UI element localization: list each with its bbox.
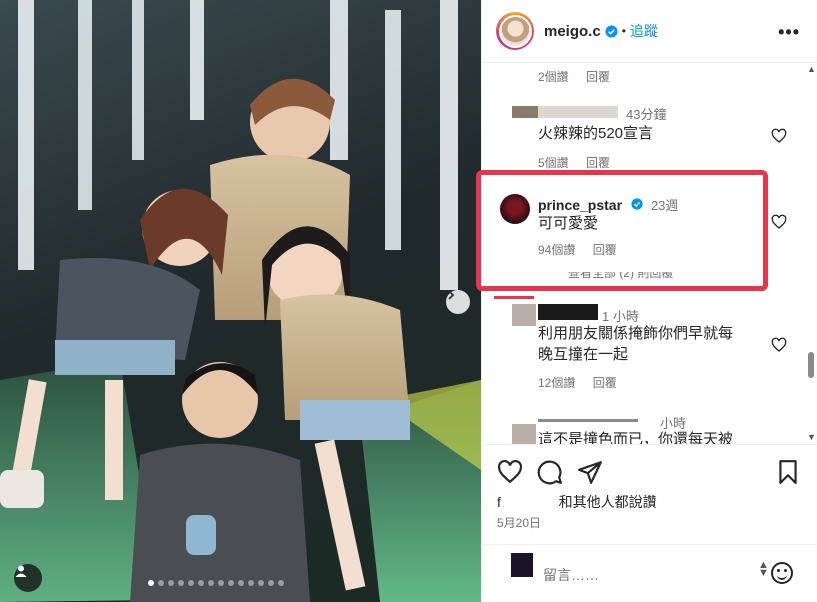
comment-likes[interactable]: 12個讚 — [538, 376, 575, 390]
carousel-dot — [148, 580, 154, 586]
comment-likes[interactable]: 5個讚 — [538, 156, 569, 170]
header-separator: • — [621, 24, 626, 38]
carousel-dot — [218, 580, 224, 586]
carousel-dot — [178, 580, 184, 586]
comment-scrollbar[interactable]: ▲ ▼ — [805, 60, 817, 445]
scroll-up-arrow[interactable]: ▲ — [807, 64, 816, 74]
comment-input[interactable] — [543, 567, 743, 583]
more-options-button[interactable]: ••• — [778, 22, 800, 43]
red-divider — [494, 296, 534, 299]
carousel-next-button[interactable] — [446, 290, 470, 314]
carousel-indicator — [148, 580, 284, 586]
author-username[interactable]: meigo.c — [544, 23, 601, 40]
likes-first-user[interactable]: f — [497, 494, 501, 510]
comment-meta: 5個讚 回覆 — [538, 154, 817, 171]
post-photo[interactable] — [0, 0, 481, 602]
redacted-username — [538, 304, 598, 320]
comment-time: 43分鐘 — [626, 107, 667, 122]
photo-illustration — [0, 0, 481, 602]
comment-meta: 2個讚 回覆 — [538, 68, 817, 85]
highlight-annotation — [476, 170, 768, 291]
chevron-right-icon — [448, 290, 455, 300]
carousel-dot — [158, 580, 164, 586]
carousel-dot — [258, 580, 264, 586]
likes-summary[interactable]: f 和其他人都說讚 — [497, 492, 657, 512]
person-tag-icon — [15, 565, 27, 577]
carousel-dot — [208, 580, 214, 586]
current-user-avatar — [511, 553, 533, 577]
redacted-username — [538, 106, 618, 118]
post-actions: f 和其他人都說讚 5月20日 — [481, 444, 817, 544]
carousel-dot — [278, 580, 284, 586]
redacted-avatar — [512, 304, 536, 326]
carousel-dot — [268, 580, 274, 586]
likes-text[interactable]: 和其他人都說讚 — [559, 494, 657, 510]
comment-like-heart-icon[interactable] — [771, 128, 787, 144]
scrollbar-thumb[interactable] — [808, 352, 814, 378]
verified-icon — [605, 24, 618, 38]
comment-reply-button[interactable]: 回覆 — [593, 376, 617, 390]
comment-reply-button[interactable]: 回覆 — [586, 156, 610, 170]
carousel-dot — [198, 580, 204, 586]
person-tag-button[interactable] — [14, 564, 42, 592]
like-heart-icon[interactable] — [497, 459, 523, 485]
input-spin-control[interactable]: ▲ ▼ — [758, 560, 769, 579]
carousel-dot — [188, 580, 194, 586]
redacted-avatar — [512, 106, 538, 118]
comment-text: 這不是撞色而已，你還每天被 — [538, 431, 734, 444]
post-date: 5月20日 — [497, 516, 542, 530]
comment-icon[interactable] — [537, 459, 563, 485]
comment-likes[interactable]: 2個讚 — [538, 70, 569, 84]
comment-reply-button[interactable]: 回覆 — [586, 70, 610, 84]
comment-like-heart-icon[interactable] — [771, 337, 787, 353]
carousel-dot — [228, 580, 234, 586]
redacted-avatar — [512, 424, 536, 444]
comment-item: 2個讚 回覆 — [538, 68, 817, 85]
add-comment-bar: ▲▼ — [481, 544, 817, 602]
share-icon[interactable] — [577, 459, 603, 485]
comment-like-heart-icon[interactable] — [771, 214, 787, 230]
carousel-dot — [248, 580, 254, 586]
author-avatar[interactable] — [496, 12, 534, 50]
carousel-dot — [238, 580, 244, 586]
emoji-icon[interactable] — [771, 562, 793, 584]
carousel-dot — [168, 580, 174, 586]
post-header: meigo.c • 追蹤 ••• — [482, 0, 817, 63]
follow-button[interactable]: 追蹤 — [630, 21, 658, 41]
scroll-down-arrow[interactable]: ▼ — [807, 432, 816, 442]
redacted-username — [538, 419, 638, 422]
comment-meta: 12個讚 回覆 — [538, 374, 817, 391]
bookmark-icon[interactable] — [775, 459, 801, 485]
